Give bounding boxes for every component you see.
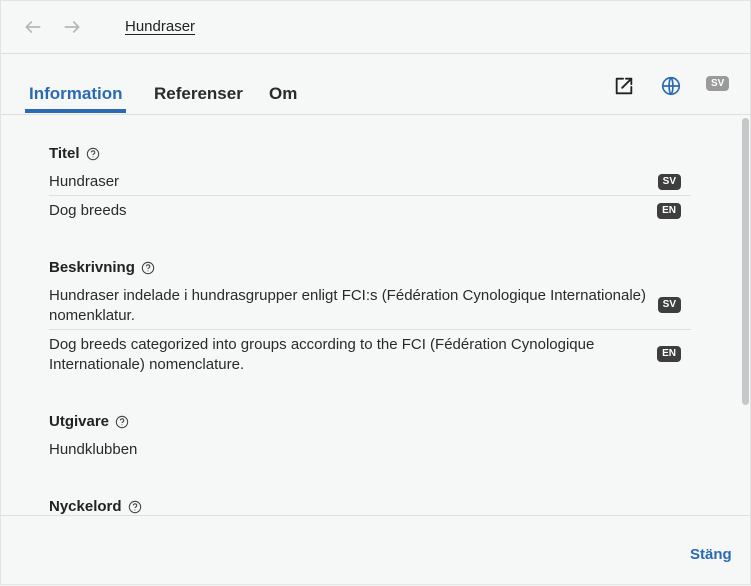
title-heading-text: Titel bbox=[49, 145, 80, 162]
lang-badge-sv: SV bbox=[657, 297, 681, 313]
open-external-button[interactable] bbox=[612, 74, 636, 98]
list-item: Dog breeds EN bbox=[49, 201, 691, 224]
lang-badge-en: EN bbox=[657, 346, 681, 362]
forward-button[interactable] bbox=[60, 15, 84, 39]
help-icon[interactable] bbox=[86, 147, 100, 161]
tab-om[interactable]: Om bbox=[269, 84, 297, 112]
breadcrumb-link[interactable]: Hundraser bbox=[125, 18, 195, 35]
publisher-section-heading: Utgivare bbox=[49, 413, 129, 430]
language-button[interactable] bbox=[659, 74, 683, 98]
arrow-left-icon bbox=[25, 21, 41, 33]
description-value-en: Dog breeds categorized into groups accor… bbox=[49, 336, 595, 373]
description-value-sv: Hundraser indelade i hundrasgrupper enli… bbox=[49, 287, 647, 324]
help-icon[interactable] bbox=[115, 415, 129, 429]
list-item: Hundklubben bbox=[49, 440, 691, 463]
active-tab-indicator bbox=[25, 109, 126, 113]
globe-icon bbox=[661, 76, 681, 96]
language-code-badge[interactable]: SV bbox=[706, 76, 730, 91]
title-value-en: Dog breeds bbox=[49, 202, 127, 219]
tab-referenser[interactable]: Referenser bbox=[154, 84, 243, 112]
publisher-value: Hundklubben bbox=[49, 441, 138, 458]
tab-information[interactable]: Information bbox=[29, 84, 123, 112]
tab-bar: Information Referenser Om SV bbox=[1, 54, 750, 115]
publisher-heading-text: Utgivare bbox=[49, 413, 110, 430]
description-section-heading: Beskrivning bbox=[49, 259, 155, 276]
lang-badge-sv: SV bbox=[657, 174, 681, 190]
close-button[interactable]: Stäng bbox=[690, 546, 732, 563]
keywords-section-heading: Nyckelord bbox=[49, 498, 142, 515]
arrow-right-icon bbox=[64, 21, 80, 33]
scrollbar[interactable] bbox=[740, 115, 750, 515]
title-section-heading: Titel bbox=[49, 145, 100, 162]
list-item: Hundraser SV bbox=[49, 172, 691, 196]
back-button[interactable] bbox=[21, 15, 45, 39]
lang-badge-en: EN bbox=[657, 203, 681, 219]
scrollbar-thumb[interactable] bbox=[742, 118, 749, 405]
dialog-footer: Stäng bbox=[1, 515, 750, 586]
external-link-icon bbox=[615, 77, 633, 95]
top-bar: Hundraser bbox=[1, 1, 750, 54]
help-icon[interactable] bbox=[128, 500, 142, 514]
information-panel: Titel Hundraser SV Dog breeds EN Beskriv… bbox=[1, 115, 739, 515]
title-value-sv: Hundraser bbox=[49, 173, 120, 190]
description-heading-text: Beskrivning bbox=[49, 259, 135, 276]
keywords-heading-text: Nyckelord bbox=[49, 498, 122, 515]
help-icon[interactable] bbox=[141, 261, 155, 275]
dialog: Hundraser Information Referenser Om SV T… bbox=[0, 0, 751, 585]
list-item: Dog breeds categorized into groups accor… bbox=[49, 335, 691, 378]
list-item: Hundraser indelade i hundrasgrupper enli… bbox=[49, 286, 691, 330]
